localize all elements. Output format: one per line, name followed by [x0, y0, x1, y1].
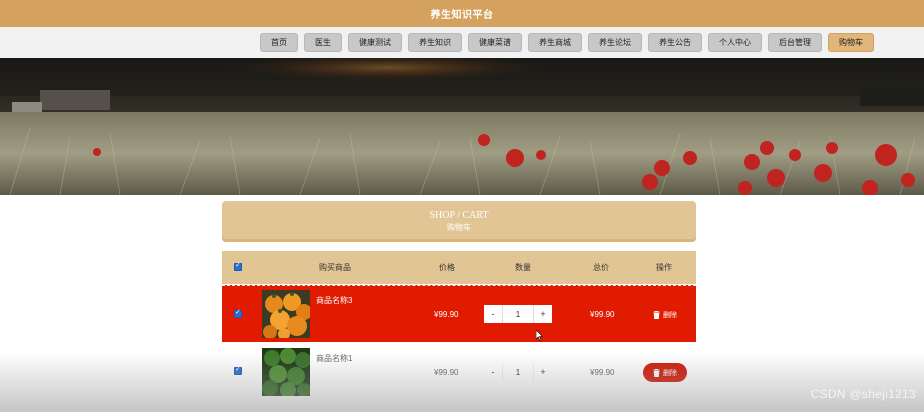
quantity-value[interactable]: 1 [502, 363, 534, 381]
delete-label: 删除 [663, 369, 677, 377]
nav-item-home[interactable]: 首页 [260, 33, 298, 52]
cart-table-header: 购买商品 价格 数量 总价 操作 [222, 251, 696, 284]
poppy-field-image [0, 58, 924, 195]
nav-item-recipes[interactable]: 健康菜谱 [468, 33, 522, 52]
decrease-button[interactable]: - [484, 363, 502, 381]
column-price: 价格 [439, 263, 455, 272]
quantity-stepper: - 1 + [484, 363, 552, 381]
trash-icon [653, 310, 660, 319]
product-image [262, 348, 310, 396]
nav-item-forum[interactable]: 养生论坛 [588, 33, 642, 52]
table-row: 商品名称1 ¥99.90 - 1 + ¥99.90 删除 [222, 342, 696, 400]
hero-banner [0, 58, 924, 195]
delete-button[interactable]: 删除 [643, 363, 687, 382]
watermark: CSDN @sheji1213 [810, 387, 916, 401]
mouse-cursor-icon [536, 330, 544, 341]
nav-item-health-test[interactable]: 健康测试 [348, 33, 402, 52]
trash-icon [653, 368, 660, 377]
quantity-stepper: - 1 + [484, 305, 552, 323]
increase-button[interactable]: + [534, 305, 552, 323]
row-checkbox[interactable] [234, 308, 242, 318]
nav-item-health-knowledge[interactable]: 养生知识 [408, 33, 462, 52]
nav-item-doctor[interactable]: 医生 [304, 33, 342, 52]
row-checkbox[interactable] [234, 365, 242, 375]
product-image [262, 290, 310, 338]
delete-button[interactable]: 删除 [643, 305, 687, 324]
nav-item-user-center[interactable]: 个人中心 [708, 33, 762, 52]
product-name[interactable]: 商品名称1 [316, 353, 352, 364]
column-action: 操作 [656, 263, 672, 272]
cart-title-en: SHOP / CART [429, 210, 489, 221]
cart-header: SHOP / CART 购物车 [222, 201, 696, 242]
quantity-value[interactable]: 1 [502, 305, 534, 323]
nav-item-mall[interactable]: 养生商城 [528, 33, 582, 52]
cart-title-cn: 购物车 [447, 223, 471, 232]
delete-label: 删除 [663, 311, 677, 319]
decrease-button[interactable]: - [484, 305, 502, 323]
increase-button[interactable]: + [534, 363, 552, 381]
table-row: 商品名称3 ¥99.90 - 1 + ¥99.90 删除 [222, 285, 696, 342]
nav-item-announcements[interactable]: 养生公告 [648, 33, 702, 52]
product-price: ¥99.90 [434, 310, 459, 319]
nav-item-admin[interactable]: 后台管理 [768, 33, 822, 52]
row-total: ¥99.90 [590, 368, 615, 377]
main-nav: 首页 医生 健康测试 养生知识 健康菜谱 养生商城 养生论坛 养生公告 个人中心… [0, 27, 924, 58]
select-all-checkbox[interactable] [234, 261, 242, 271]
column-product: 购买商品 [319, 263, 351, 272]
product-price: ¥99.90 [434, 368, 459, 377]
site-title: 养生知识平台 [430, 10, 494, 21]
column-total: 总价 [593, 263, 609, 272]
top-bar: 养生知识平台 [0, 0, 924, 27]
column-qty: 数量 [515, 263, 531, 272]
nav-item-cart[interactable]: 购物车 [828, 33, 874, 52]
row-total: ¥99.90 [590, 310, 615, 319]
product-name[interactable]: 商品名称3 [316, 295, 352, 306]
